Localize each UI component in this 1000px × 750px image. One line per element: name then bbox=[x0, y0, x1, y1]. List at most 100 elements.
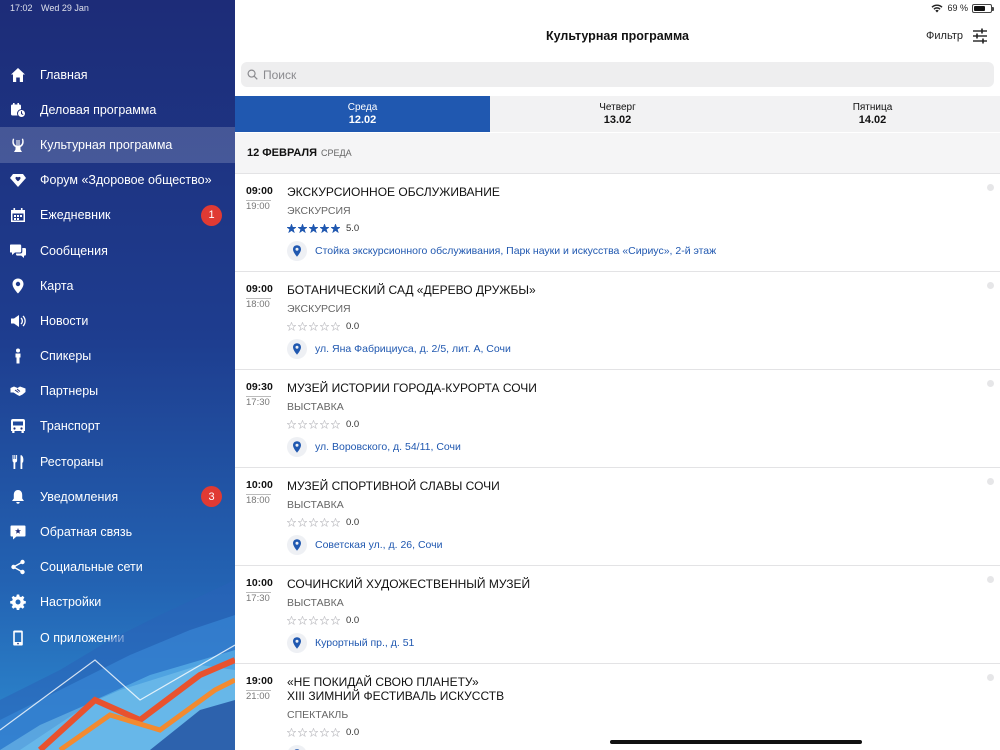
rating-value: 0.0 bbox=[346, 517, 360, 528]
event-status-dot bbox=[987, 282, 994, 289]
event-row[interactable]: 10:00 18:00 МУЗЕЙ СПОРТИВНОЙ СЛАВЫ СОЧИ ВЫС… bbox=[235, 468, 1000, 566]
day-tab-date: 12.02 bbox=[348, 114, 377, 126]
star-empty-icon bbox=[309, 420, 318, 429]
sidebar-item-label: Сообщения bbox=[40, 243, 108, 258]
star-empty-icon bbox=[287, 518, 296, 527]
sidebar-item-label: Обратная связь bbox=[40, 525, 133, 540]
chat-bubbles-icon bbox=[10, 243, 26, 259]
star-empty-icon bbox=[298, 728, 307, 737]
sidebar-item-label: Новости bbox=[40, 313, 89, 328]
star-filled-icon bbox=[320, 224, 329, 233]
sidebar-item[interactable]: Сообщения bbox=[0, 233, 235, 268]
sidebar-item[interactable]: Главная bbox=[0, 57, 235, 92]
date-section-header: 12 ФЕВРАЛЯ СРЕДА bbox=[235, 133, 1000, 174]
page-title: Культурная программа bbox=[546, 29, 689, 43]
rating-stars bbox=[287, 322, 340, 331]
star-empty-icon bbox=[287, 616, 296, 625]
megaphone-icon bbox=[10, 313, 26, 329]
sidebar-item-label: Рестораны bbox=[40, 454, 104, 469]
rating-value: 0.0 bbox=[346, 419, 360, 430]
map-pin-icon bbox=[10, 278, 26, 294]
star-empty-icon bbox=[298, 518, 307, 527]
notification-badge: 1 bbox=[201, 204, 222, 226]
event-location[interactable]: Курортный пр., д. 51 bbox=[287, 633, 414, 653]
star-empty-icon bbox=[309, 616, 318, 625]
event-rating[interactable]: 0.0 bbox=[287, 517, 359, 528]
event-rating[interactable]: 0.0 bbox=[287, 419, 359, 430]
event-location[interactable]: Советская ул., д. 26, Сочи bbox=[287, 535, 442, 555]
location-pin-icon bbox=[287, 745, 307, 750]
sidebar-item[interactable]: Партнеры bbox=[0, 374, 235, 409]
location-text: Курортный пр., д. 51 bbox=[315, 637, 415, 649]
event-start-time: 09:30 bbox=[246, 381, 273, 393]
wifi-icon bbox=[931, 3, 943, 12]
sidebar-item[interactable]: Ежедневник 1 bbox=[0, 198, 235, 233]
sidebar-item[interactable]: Культурная программа bbox=[0, 127, 235, 163]
event-list: 09:00 19:00 ЭКСКУРСИОННОЕ ОБСЛУЖИВАНИЕ ЭКСК… bbox=[235, 174, 1000, 750]
sidebar-menu: Главная Деловая программа Культурная прогр… bbox=[0, 57, 235, 655]
handshake-icon bbox=[10, 383, 26, 399]
home-indicator[interactable] bbox=[610, 740, 862, 744]
event-title: «НЕ ПОКИДАЙ СВОЮ ПЛАНЕТУ» XIII ЗИМНИЙ ФЕС… bbox=[287, 675, 504, 703]
event-location[interactable]: Стойка экскурсионного обслуживания, Парк… bbox=[287, 241, 716, 261]
rating-value: 5.0 bbox=[346, 223, 360, 234]
location-text: Стойка экскурсионного обслуживания, Парк… bbox=[315, 245, 717, 257]
rating-stars bbox=[287, 420, 340, 429]
sidebar-item[interactable]: Деловая программа bbox=[0, 92, 235, 127]
sidebar-item[interactable]: Спикеры bbox=[0, 339, 235, 374]
day-tab[interactable]: Пятница 14.02 bbox=[745, 96, 1000, 132]
filter-button[interactable]: Фильтр bbox=[926, 28, 988, 44]
star-empty-icon bbox=[331, 322, 340, 331]
event-rating[interactable]: 0.0 bbox=[287, 321, 359, 332]
event-end-time: 21:00 bbox=[246, 691, 270, 702]
event-location[interactable]: ул. Воровского, д. 54/11, Сочи bbox=[287, 437, 461, 457]
status-time: 17:02 bbox=[10, 3, 33, 13]
search-bar[interactable] bbox=[241, 62, 994, 87]
sidebar-item[interactable]: Карта bbox=[0, 268, 235, 303]
event-row[interactable]: 09:30 17:30 МУЗЕЙ ИСТОРИИ ГОРОДА-КУРОРТА С… bbox=[235, 370, 1000, 468]
star-empty-icon bbox=[298, 616, 307, 625]
star-empty-icon bbox=[287, 728, 296, 737]
event-title-line: МУЗЕЙ ИСТОРИИ ГОРОДА-КУРОРТА СОЧИ bbox=[287, 381, 537, 395]
event-row[interactable]: 19:00 21:00 «НЕ ПОКИДАЙ СВОЮ ПЛАНЕТУ» XIII … bbox=[235, 664, 1000, 750]
event-title-line: XIII ЗИМНИЙ ФЕСТИВАЛЬ ИСКУССТВ bbox=[287, 689, 505, 703]
event-location[interactable]: ул. Яна Фабрициуса, д. 2/5, лит. А, Сочи bbox=[287, 339, 511, 359]
star-empty-icon bbox=[320, 322, 329, 331]
sidebar-item-label: Транспорт bbox=[40, 419, 101, 434]
event-title: МУЗЕЙ СПОРТИВНОЙ СЛАВЫ СОЧИ bbox=[287, 479, 500, 493]
event-status-dot bbox=[987, 576, 994, 583]
event-row[interactable]: 09:00 18:00 БОТАНИЧЕСКИЙ САД «ДЕРЕВО ДРУЖБ… bbox=[235, 272, 1000, 370]
bus-icon bbox=[10, 418, 26, 434]
day-tab-name: Пятница bbox=[852, 102, 893, 113]
day-tab[interactable]: Четверг 13.02 bbox=[490, 96, 745, 132]
day-tab[interactable]: Среда 12.02 bbox=[235, 96, 490, 132]
event-row[interactable]: 09:00 19:00 ЭКСКУРСИОННОЕ ОБСЛУЖИВАНИЕ ЭКСК… bbox=[235, 174, 1000, 272]
location-pin-icon bbox=[287, 633, 307, 653]
sidebar-item[interactable]: Новости bbox=[0, 303, 235, 338]
event-rating[interactable]: 5.0 bbox=[287, 223, 359, 234]
star-empty-icon bbox=[331, 420, 340, 429]
event-location[interactable] bbox=[287, 745, 315, 750]
location-pin-icon bbox=[287, 535, 307, 555]
event-start-time: 10:00 bbox=[246, 479, 273, 491]
speaker-person-icon bbox=[10, 348, 26, 364]
event-rating[interactable]: 0.0 bbox=[287, 727, 359, 738]
sidebar-item[interactable]: Уведомления 3 bbox=[0, 479, 235, 514]
sidebar-item[interactable]: Форум «Здоровое общество» bbox=[0, 163, 235, 198]
star-empty-icon bbox=[320, 728, 329, 737]
calendar-icon bbox=[10, 207, 26, 223]
event-title-line: БОТАНИЧЕСКИЙ САД «ДЕРЕВО ДРУЖБЫ» bbox=[287, 283, 536, 297]
search-input[interactable] bbox=[263, 67, 963, 82]
bell-icon bbox=[10, 489, 26, 505]
event-rating[interactable]: 0.0 bbox=[287, 615, 359, 626]
event-title-line: «НЕ ПОКИДАЙ СВОЮ ПЛАНЕТУ» bbox=[287, 675, 479, 689]
sidebar-item[interactable]: Обратная связь bbox=[0, 514, 235, 549]
event-row[interactable]: 10:00 17:30 СОЧИНСКИЙ ХУДОЖЕСТВЕННЫЙ МУЗЕЙ… bbox=[235, 566, 1000, 664]
section-date: 12 ФЕВРАЛЯ bbox=[247, 147, 318, 159]
star-empty-icon bbox=[320, 420, 329, 429]
event-type: ВЫСТАВКА bbox=[287, 401, 344, 413]
sidebar-item-label: Главная bbox=[40, 67, 88, 82]
event-start-time: 09:00 bbox=[246, 283, 273, 295]
sidebar-item[interactable]: Рестораны bbox=[0, 444, 235, 479]
sidebar-item[interactable]: Транспорт bbox=[0, 409, 235, 444]
